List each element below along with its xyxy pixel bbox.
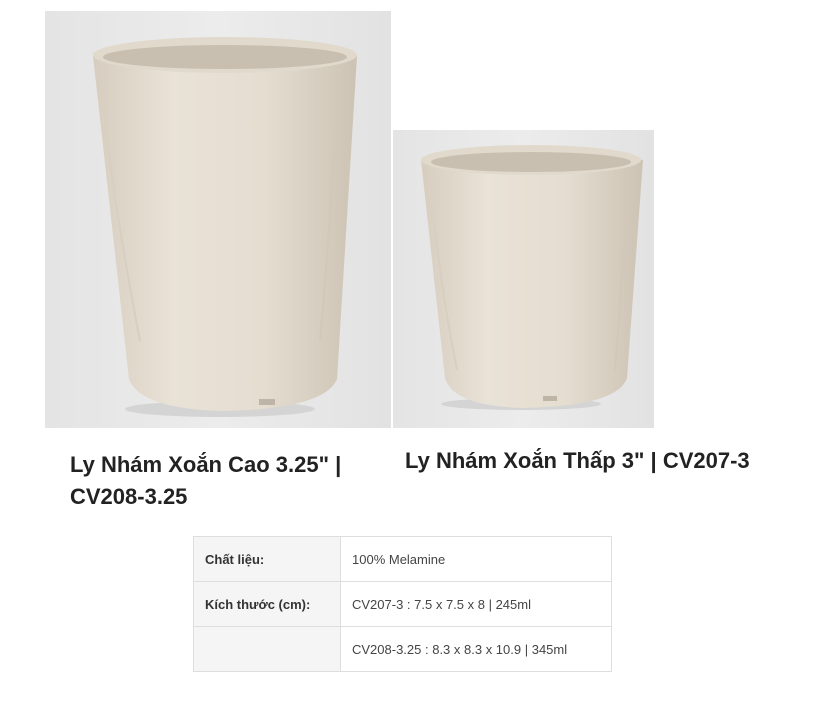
spec-table: Chất liệu: 100% Melamine Kích thước (cm)…	[193, 536, 612, 672]
spec-row-size: Kích thước (cm): CV207-3 : 7.5 x 7.5 x 8…	[193, 581, 612, 627]
spec-value-size-cv207: CV207-3 : 7.5 x 7.5 x 8 | 245ml	[340, 581, 612, 627]
spec-row-material: Chất liệu: 100% Melamine	[193, 536, 612, 582]
spec-value-size-cv208: CV208-3.25 : 8.3 x 8.3 x 10.9 | 345ml	[340, 626, 612, 672]
spec-label-size: Kích thước (cm):	[193, 581, 341, 627]
tall-cup-icon	[45, 11, 391, 428]
spec-label-material: Chất liệu:	[193, 536, 341, 582]
spec-label-empty	[193, 626, 341, 672]
product-title-short[interactable]: Ly Nhám Xoắn Thấp 3" | CV207-3	[405, 445, 795, 477]
spec-row-size-2: CV208-3.25 : 8.3 x 8.3 x 10.9 | 345ml	[193, 626, 612, 672]
short-cup-icon	[393, 130, 654, 428]
product-image-tall-cup[interactable]	[45, 11, 391, 428]
spec-value-material: 100% Melamine	[340, 536, 612, 582]
product-image-short-cup[interactable]	[393, 130, 654, 428]
product-title-tall[interactable]: Ly Nhám Xoắn Cao 3.25" | CV208-3.25	[70, 449, 390, 513]
